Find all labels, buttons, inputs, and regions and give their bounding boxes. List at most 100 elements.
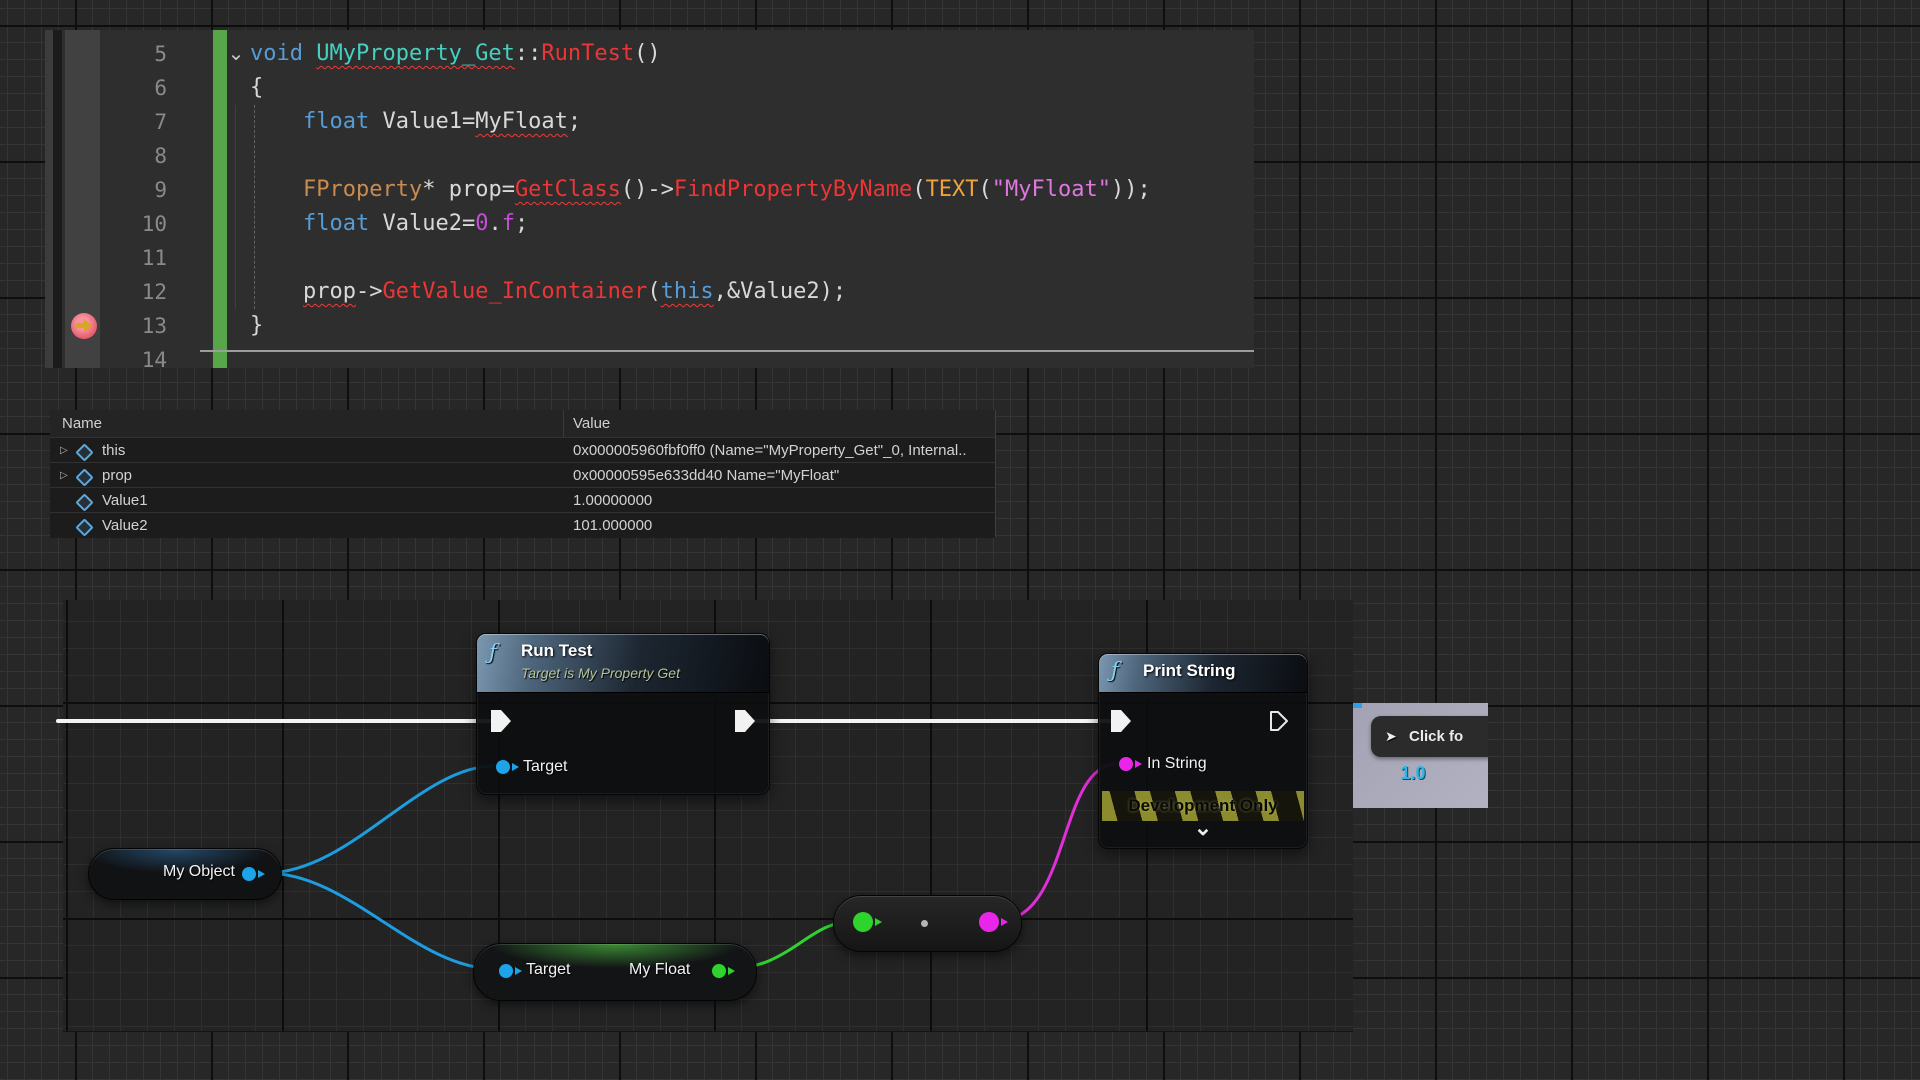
watch-variable-name: this (102, 438, 125, 463)
node-run-test[interactable]: ƒ Run Test Target is My Property Get Tar… (476, 633, 770, 795)
click-for-more-label: Click fo (1409, 716, 1463, 757)
node-reroute[interactable] (833, 895, 1022, 952)
breakpoint-current-line-icon[interactable] (71, 313, 97, 339)
node-my-object[interactable]: My Object (88, 848, 282, 900)
code-token: -> (356, 279, 383, 304)
code-token: float (303, 211, 382, 236)
variable-icon (75, 468, 93, 486)
code-token: UMyProperty_Get (316, 41, 515, 66)
in-string-pin[interactable] (1119, 757, 1133, 771)
code-token: :: (515, 41, 542, 66)
click-for-more-button[interactable]: ➤ Click fo (1371, 716, 1488, 757)
watch-column-value[interactable]: Value (573, 410, 610, 437)
code-token: "MyFloat" (992, 177, 1111, 202)
code-token: f (502, 211, 515, 236)
line-number: 12 (105, 275, 167, 309)
watch-row[interactable]: ▷this0x000005960fbf0ff0 (Name="MyPropert… (50, 437, 995, 463)
code-line[interactable]: { (250, 71, 263, 105)
watch-row[interactable]: ▷prop0x00000595e633dd40 Name="MyFloat" (50, 462, 995, 488)
reroute-in-pin[interactable] (853, 912, 873, 932)
exec-out-pin-hollow[interactable] (1269, 710, 1289, 732)
watch-row[interactable]: Value11.00000000 (50, 487, 995, 513)
watch-column-name[interactable]: Name (62, 410, 102, 437)
watch-header (50, 410, 995, 438)
node-get-my-float[interactable]: Target My Float (473, 943, 757, 1001)
code-token: prop (303, 279, 356, 304)
variable-icon (75, 493, 93, 511)
variable-label: My Object (163, 863, 235, 881)
target-pin-label: Target (523, 758, 567, 776)
line-number: 7 (105, 105, 167, 139)
watched-value: 1.0 (1353, 763, 1473, 784)
variable-icon (75, 443, 93, 461)
node-header[interactable]: ƒ Run Test Target is My Property Get (477, 634, 769, 693)
target-pin[interactable] (496, 760, 510, 774)
line-number: 8 (105, 139, 167, 173)
code-token: void (250, 41, 316, 66)
code-token: this (661, 279, 714, 304)
canvas: 567891011121314 void UMyProperty_Get::Ru… (0, 0, 1920, 1080)
code-line[interactable]: void UMyProperty_Get::RunTest() (250, 37, 661, 71)
code-line[interactable]: float Value2=0.f; (303, 207, 528, 241)
code-token: FindPropertyByName (674, 177, 912, 202)
code-token: 0 (475, 211, 488, 236)
object-output-pin[interactable] (242, 867, 256, 881)
target-pin[interactable] (499, 964, 513, 978)
debug-value-tooltip: ➤ Click fo 1.0 (1353, 703, 1488, 808)
target-pin-label: Target (526, 961, 570, 979)
code-token: GetValue_InContainer (382, 279, 647, 304)
code-token: Value1= (382, 109, 475, 134)
editor-margin-strip (45, 30, 53, 368)
code-token: Value2= (382, 211, 475, 236)
execution-arrow-icon (76, 319, 92, 332)
line-number: 10 (105, 207, 167, 241)
expand-arrow-icon[interactable]: ▷ (60, 438, 72, 463)
code-token: } (250, 313, 263, 338)
code-line[interactable]: FProperty* prop=GetClass()->FindProperty… (303, 173, 1151, 207)
exec-out-pin[interactable] (735, 710, 755, 732)
editor-splitter (200, 350, 1254, 352)
node-title: Run Test (521, 641, 592, 661)
node-title: Print String (1143, 661, 1236, 681)
indent-guide (235, 105, 236, 309)
code-token: . (488, 211, 501, 236)
watch-row[interactable]: Value2 101.000000 (50, 512, 995, 538)
code-line[interactable]: prop->GetValue_InContainer(this,&Value2)… (303, 275, 846, 309)
node-subtitle: Target is My Property Get (521, 665, 680, 681)
line-number: 11 (105, 241, 167, 275)
line-number: 6 (105, 71, 167, 105)
code-token: FProperty (303, 177, 422, 202)
node-print-string[interactable]: ƒ Print String In String Development Onl… (1098, 653, 1308, 849)
line-number: 9 (105, 173, 167, 207)
watch-variable-name: Value2 (102, 513, 148, 538)
code-line[interactable]: } (250, 309, 263, 343)
code-token: MyFloat (475, 109, 568, 134)
code-token: () (634, 41, 661, 66)
function-icon: ƒ (489, 640, 497, 664)
code-token: TEXT (926, 177, 979, 202)
indent-guide-dashed (254, 105, 255, 309)
variable-icon (75, 518, 93, 536)
function-icon: ƒ (1111, 658, 1119, 682)
code-editor-fragment[interactable]: 567891011121314 void UMyProperty_Get::Ru… (45, 30, 1254, 368)
node-header[interactable]: ƒ Print String (1099, 654, 1307, 693)
fold-chevron-icon[interactable]: ⌄ (226, 38, 246, 70)
code-token: ( (979, 177, 992, 202)
exec-in-pin[interactable] (1111, 710, 1131, 732)
expand-node-chevron-icon[interactable]: ⌄ (1099, 818, 1307, 838)
code-line[interactable]: float Value1=MyFloat; (303, 105, 581, 139)
in-string-pin-label: In String (1147, 755, 1207, 773)
reroute-out-pin[interactable] (979, 912, 999, 932)
editor-indicator-strip (53, 30, 62, 368)
expand-arrow-icon[interactable]: ▷ (60, 463, 72, 488)
my-float-output-pin[interactable] (712, 964, 726, 978)
code-token: ; (515, 211, 528, 236)
cursor-arrow-icon: ➤ (1385, 716, 1397, 757)
watch-variable-name: prop (102, 463, 132, 488)
line-number: 13 (105, 309, 167, 343)
watch-variable-name: Value1 (102, 488, 148, 513)
code-token: float (303, 109, 382, 134)
exec-in-pin[interactable] (491, 710, 511, 732)
watch-variable-value: 101.000000 (573, 513, 652, 538)
code-token: RunTest (541, 41, 634, 66)
